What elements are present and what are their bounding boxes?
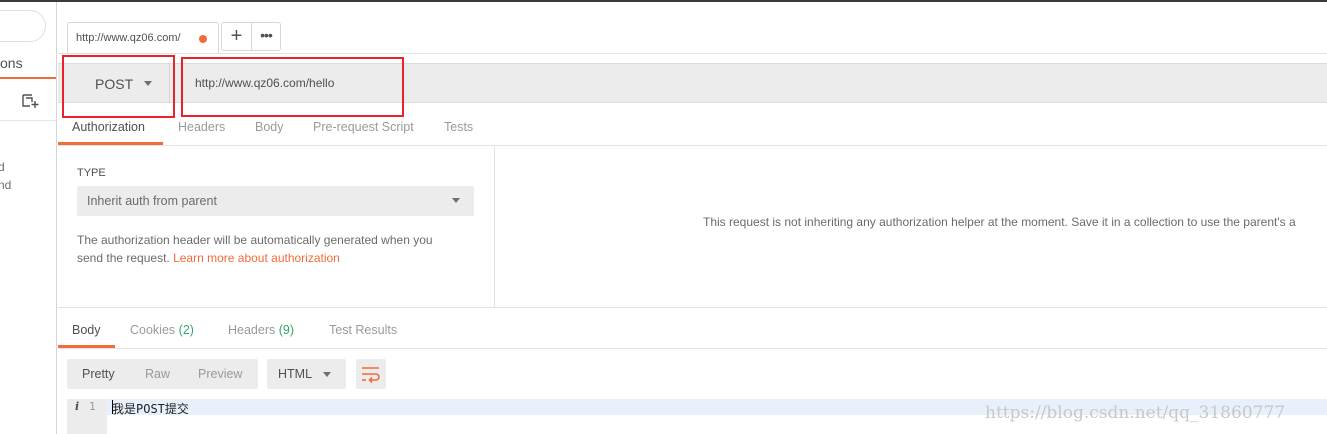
active-tab-underline	[58, 142, 163, 145]
sidebar-search-input[interactable]	[0, 10, 46, 42]
auth-description: The authorization header will be automat…	[77, 233, 433, 247]
tab-test-results[interactable]: Test Results	[329, 323, 397, 337]
tab-pre-request-script[interactable]: Pre-request Script	[313, 120, 414, 134]
format-select[interactable]: HTML	[267, 359, 346, 389]
view-mode-group: Pretty Raw Preview	[67, 359, 258, 389]
tab-authorization[interactable]: Authorization	[72, 120, 145, 134]
tab-tests[interactable]: Tests	[444, 120, 473, 134]
cookies-count: (2)	[178, 323, 194, 337]
format-value: HTML	[278, 367, 313, 381]
raw-button[interactable]: Raw	[145, 367, 170, 381]
unsaved-dot-icon	[199, 35, 207, 43]
more-tabs-button[interactable]: •••	[251, 22, 281, 51]
watermark: https://blog.csdn.net/qq_31860777	[985, 403, 1286, 423]
auth-type-value: Inherit auth from parent	[87, 194, 217, 208]
chevron-down-icon	[323, 372, 331, 377]
wrap-lines-icon	[362, 367, 380, 384]
request-tab-title: http://www.qz06.com/	[76, 32, 181, 44]
wrap-lines-button[interactable]	[356, 359, 386, 389]
response-tabs: Body Cookies (2) Headers (9) Test Result…	[58, 316, 1327, 349]
auth-description-line2: send the request. Learn more about autho…	[77, 251, 340, 265]
tab-response-body[interactable]: Body	[72, 323, 101, 337]
tab-body[interactable]: Body	[255, 120, 284, 134]
new-tab-button[interactable]: +	[221, 22, 252, 51]
line-info-icon: i	[75, 400, 80, 413]
auth-type-select[interactable]: Inherit auth from parent	[77, 186, 474, 216]
sidebar-text: nd	[0, 178, 12, 192]
line-number: 1	[89, 400, 96, 413]
request-section-tabs: Authorization Headers Body Pre-request S…	[58, 113, 1327, 146]
sidebar-divider	[0, 120, 56, 121]
tab-headers-label: Headers	[228, 323, 276, 337]
new-collection-icon[interactable]	[22, 93, 40, 109]
response-body-text[interactable]: 我是POST提交	[112, 400, 189, 417]
auth-settings-panel	[58, 146, 495, 307]
sidebar-tab-underline	[0, 77, 56, 79]
tab-response-headers[interactable]: Headers (9)	[228, 323, 294, 337]
chevron-down-icon	[452, 198, 460, 203]
response-divider	[58, 307, 1327, 308]
code-gutter: i 1	[67, 399, 107, 434]
preview-button[interactable]: Preview	[198, 367, 242, 381]
auth-type-label: TYPE	[77, 167, 106, 179]
tab-cookies[interactable]: Cookies (2)	[130, 323, 194, 337]
pretty-button[interactable]: Pretty	[82, 367, 115, 381]
auth-info-message: This request is not inheriting any autho…	[703, 215, 1296, 229]
sidebar-text: d	[0, 160, 5, 174]
request-tab[interactable]: http://www.qz06.com/	[67, 22, 219, 53]
method-highlight-box	[62, 55, 175, 118]
sidebar-tab-collections[interactable]: ons	[0, 55, 23, 71]
tab-headers[interactable]: Headers	[178, 120, 225, 134]
response-tab-underline	[58, 345, 115, 348]
tab-cookies-label: Cookies	[130, 323, 176, 337]
headers-count: (9)	[278, 323, 295, 337]
url-highlight-box	[181, 57, 404, 117]
learn-more-link[interactable]: Learn more about authorization	[173, 251, 340, 265]
text-cursor	[112, 400, 113, 414]
auth-description-text: send the request.	[77, 251, 174, 265]
